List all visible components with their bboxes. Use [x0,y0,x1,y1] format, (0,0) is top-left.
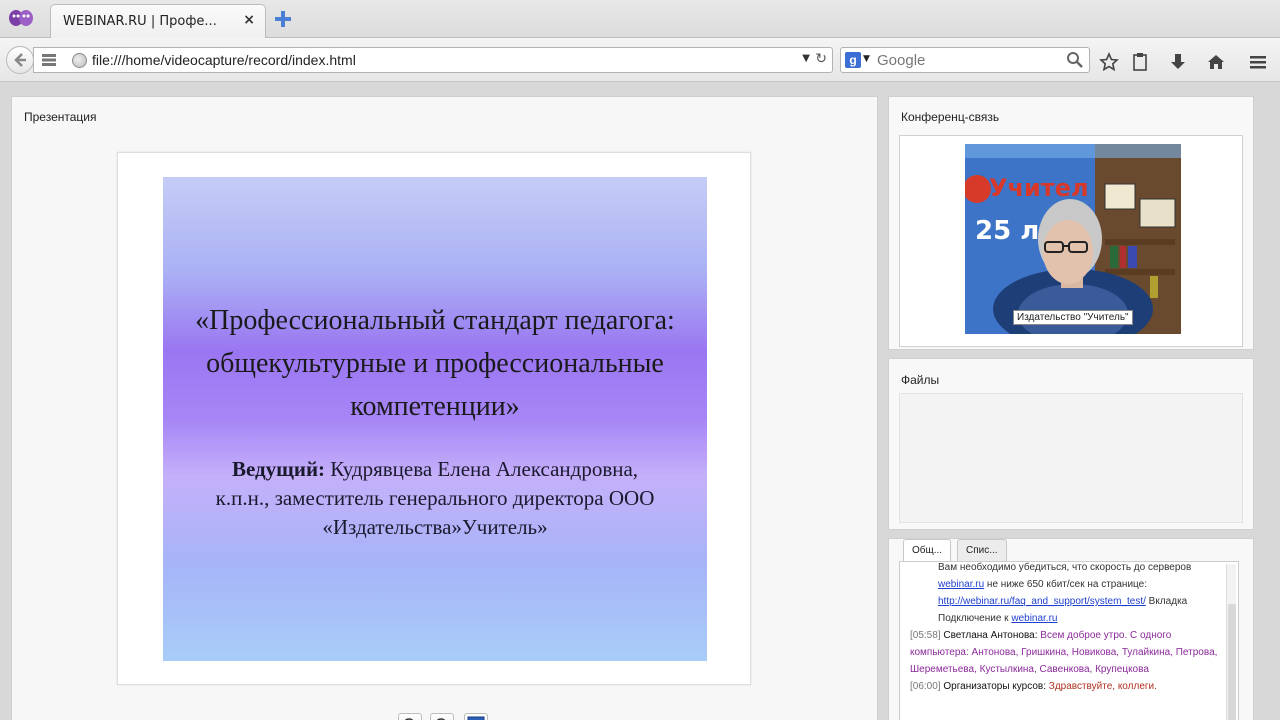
chat-message: [06:00] Организаторы курсов: Здравствуйт… [910,678,1222,695]
search-bar[interactable]: g ▼ Google [840,47,1090,73]
fullscreen-button[interactable] [464,713,488,720]
chat-scrollbar[interactable] [1226,564,1236,720]
google-logo-icon[interactable]: g [845,52,861,68]
browser-tab-bar: WEBINAR.RU | Профе... × [0,0,1280,38]
reload-icon[interactable]: ↻ [815,51,827,67]
message-time: [05:58] [910,630,941,641]
home-icon[interactable] [1206,52,1226,72]
chat-panel: Общ... Спис... Вам необходимо убедиться,… [888,538,1254,720]
message-time: [06:00] [910,681,941,692]
zoom-out-icon [436,718,446,720]
search-input[interactable]: Google [877,52,925,69]
webinar-page: Презентация «Профессиональный стандарт п… [0,83,1280,720]
slide: «Профессиональный стандарт педагога: общ… [163,177,707,661]
slide-frame: «Профессиональный стандарт педагога: общ… [117,152,751,685]
browser-tab[interactable]: WEBINAR.RU | Профе... × [50,4,266,38]
grid-icon[interactable] [42,54,56,66]
video-caption: Издательство "Учитель" [1013,310,1133,325]
bookmark-star-icon[interactable] [1099,52,1119,72]
presentation-panel: Презентация «Профессиональный стандарт п… [11,96,878,720]
system-message: Вам необходимо убедиться, что скорость д… [910,562,1222,627]
message-text: Здравствуйте, коллеги. [1048,681,1157,692]
message-author: Светлана Антонова: [940,630,1041,641]
zoom-out-button[interactable] [430,713,454,720]
address-bar[interactable]: file:///home/videocapture/record/index.h… [33,47,833,73]
message-author: Организаторы курсов: [940,681,1049,692]
chat-scroll-thumb[interactable] [1228,604,1236,720]
presentation-title: Презентация [24,110,97,124]
monitor-icon [467,716,485,720]
system-line: Вкладка [1145,596,1188,607]
tab-title: WEBINAR.RU | Профе... [63,14,217,29]
back-arrow-icon [14,53,26,67]
theater-masks-icon[interactable] [8,8,34,28]
system-link[interactable]: webinar.ru [938,579,984,590]
files-panel: Файлы [888,358,1254,530]
slide-host-label: Ведущий: [231,457,326,481]
url-dropdown-icon[interactable]: ▼ [802,53,810,64]
back-button[interactable] [6,46,34,74]
video-banner-text: Учител [989,174,1089,202]
system-link[interactable]: webinar.ru [1011,613,1057,624]
system-test-link[interactable]: http://webinar.ru/faq_and_support/system… [938,596,1146,607]
slide-host: Ведущий: Кудрявцева Елена Александровна,… [203,455,667,542]
tab-chat-general[interactable]: Общ... [903,539,952,561]
url-text[interactable]: file:///home/videocapture/record/index.h… [92,52,356,68]
tab-participants-list[interactable]: Спис... [957,539,1007,561]
menu-icon[interactable] [1248,52,1268,72]
system-line: Вам необходимо убедиться, что скорость д… [938,562,1192,573]
search-icon[interactable] [1066,51,1084,69]
system-line: Подключение к [938,613,1012,624]
zoom-in-icon [404,718,414,720]
globe-icon [72,53,87,68]
chat-message: [05:58] Светлана Антонова: Всем доброе у… [910,627,1222,678]
system-line: не ниже 650 кбит/сек на странице: [984,579,1147,590]
download-icon[interactable] [1168,52,1188,72]
chat-messages[interactable]: Вам необходимо убедиться, что скорость д… [899,561,1239,720]
files-list [899,393,1243,523]
slide-title: «Профессиональный стандарт педагога: общ… [195,305,675,422]
files-title: Файлы [901,373,940,387]
zoom-in-button[interactable] [398,713,422,720]
video-feed[interactable]: Учител 25 ле Издательство "Учитель" [965,144,1181,334]
conference-panel: Конференц-связь Учител 25 ле Издательств… [888,96,1254,350]
tab-close-icon[interactable]: × [243,12,255,28]
browser-nav-bar: file:///home/videocapture/record/index.h… [0,38,1280,82]
video-frame-image: Учител 25 ле [965,144,1181,334]
conference-title: Конференц-связь [901,110,1000,124]
search-engine-dropdown-icon[interactable]: ▼ [863,54,870,64]
clipboard-icon[interactable] [1130,52,1150,72]
chat-text: Вам необходимо убедиться, что скорость д… [910,562,1222,695]
new-tab-icon[interactable] [273,9,293,29]
video-container: Учител 25 ле Издательство "Учитель" [899,135,1243,347]
